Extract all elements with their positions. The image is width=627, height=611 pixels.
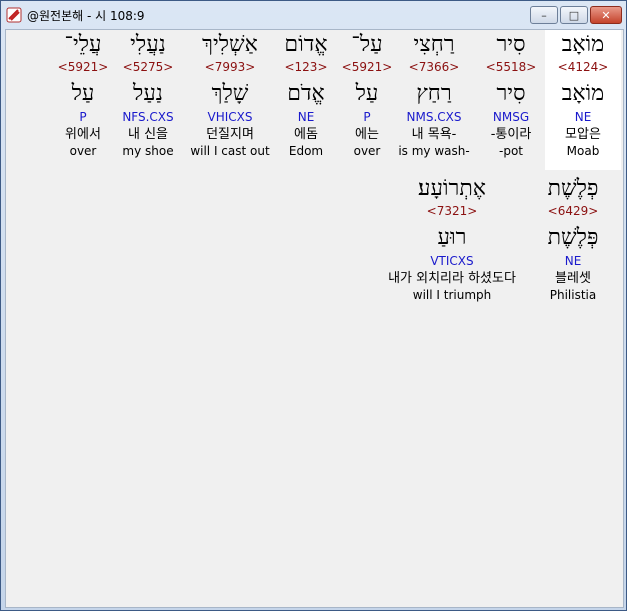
word-cell[interactable]: עַל־ <5921> עַל P 에는 over — [337, 30, 397, 159]
word-cell[interactable]: מוֹאָב <4124> מוֹאָב NE 모압은 Moab — [545, 30, 621, 170]
english-gloss: will I triumph — [412, 288, 492, 302]
english-gloss: over — [69, 144, 97, 158]
word-cell[interactable]: אֶתְרוֹעָע׃ <7321> רוּעַ VTICXS 내가 외치리라 … — [368, 174, 536, 303]
minimize-button[interactable]: – — [530, 6, 558, 24]
strong-number: <7993> — [204, 60, 256, 74]
hebrew-word: מוֹאָב — [561, 32, 605, 57]
english-gloss: Philistia — [549, 288, 597, 302]
strong-number: <5921> — [57, 60, 109, 74]
english-gloss: Moab — [566, 144, 600, 158]
english-gloss: is my wash- — [398, 144, 470, 158]
hebrew-lemma: מוֹאָב — [561, 81, 605, 106]
hebrew-word: אַשְׁלִיךְ — [202, 32, 258, 57]
app-icon — [6, 7, 22, 23]
morph-code: VHICXS — [207, 110, 253, 124]
strong-number: <6429> — [547, 204, 599, 218]
hebrew-lemma: רוּעַ — [437, 225, 467, 250]
hebrew-lemma: נַעַל — [133, 81, 163, 106]
hebrew-lemma: עַל — [71, 81, 95, 106]
morph-code: NE — [564, 254, 582, 268]
hebrew-word: נַעֲלִי — [130, 32, 166, 57]
hebrew-lemma: אֱדֹם — [287, 81, 325, 106]
hebrew-word: סִיר — [496, 32, 526, 57]
hebrew-word: רַחְצִי — [413, 32, 455, 57]
morph-code: NE — [574, 110, 592, 124]
word-cell[interactable]: רַחְצִי <7366> רַחַץ NMS.CXS 내 목욕- is my… — [392, 30, 476, 159]
hebrew-word: אֱדוֹם — [284, 32, 328, 57]
maximize-button[interactable]: □ — [560, 6, 588, 24]
word-cell[interactable]: פְלֶשֶׁת <6429> פְּלֶשֶׁת NE 블레셋 Philist… — [536, 174, 610, 303]
korean-gloss: 에는 — [355, 127, 379, 142]
hebrew-word: פְלֶשֶׁת — [547, 176, 599, 201]
korean-gloss: 에돔 — [294, 127, 318, 142]
hebrew-lemma: סִיר — [496, 81, 526, 106]
korean-gloss: 내 목욕- — [411, 127, 457, 142]
hebrew-word: עַל־ — [351, 32, 383, 57]
english-gloss: -pot — [499, 144, 523, 158]
korean-gloss: 내 신을 — [127, 127, 168, 142]
word-cell[interactable]: אֱדוֹם <123> אֱדֹם NE 에돔 Edom — [274, 30, 338, 159]
word-cell[interactable]: אַשְׁלִיךְ <7993> שָׁלַךְ VHICXS 던질지며 wi… — [186, 30, 274, 159]
word-cell[interactable]: עֲלֵי־ <5921> עַל P 위에서 over — [52, 30, 114, 159]
hebrew-lemma: רַחַץ — [416, 81, 452, 106]
window-title: @원전본해 - 시 108:9 — [27, 9, 145, 23]
word-cell[interactable]: סִיר <5518> סִיר NMSG -통이라 -pot — [476, 30, 546, 159]
hebrew-lemma: פְּלֶשֶׁת — [547, 225, 599, 250]
hebrew-lemma: עַל — [355, 81, 379, 106]
hebrew-word: עֲלֵי־ — [64, 32, 102, 57]
korean-gloss: 내가 외치리라 하셨도다 — [388, 271, 516, 286]
app-window: @원전본해 - 시 108:9 – □ ✕ מוֹאָב <4124> מוֹא… — [0, 0, 627, 611]
strong-number: <4124> — [557, 60, 609, 74]
korean-gloss: -통이라 — [490, 127, 532, 142]
strong-number: <7366> — [408, 60, 460, 74]
morph-code: VTICXS — [430, 254, 474, 268]
strong-number: <7321> — [426, 204, 478, 218]
morph-code: NMS.CXS — [406, 110, 462, 124]
english-gloss: over — [353, 144, 381, 158]
morph-code: P — [79, 110, 87, 124]
strong-number: <5275> — [122, 60, 174, 74]
korean-gloss: 블레셋 — [555, 271, 591, 286]
korean-gloss: 던질지며 — [206, 127, 254, 142]
close-button[interactable]: ✕ — [590, 6, 622, 24]
morph-code: NE — [297, 110, 315, 124]
morph-code: P — [363, 110, 371, 124]
strong-number: <5518> — [485, 60, 537, 74]
english-gloss: my shoe — [122, 144, 174, 158]
strong-number: <123> — [284, 60, 328, 74]
interlinear-view: מוֹאָב <4124> מוֹאָב NE 모압은 Moab סִיר <5… — [5, 29, 624, 608]
morph-code: NMSG — [492, 110, 530, 124]
title-bar[interactable]: @원전본해 - 시 108:9 – □ ✕ — [1, 1, 626, 29]
english-gloss: Edom — [288, 144, 324, 158]
hebrew-word: אֶתְרוֹעָע׃ — [418, 176, 486, 201]
english-gloss: will I cast out — [190, 144, 270, 158]
word-cell[interactable]: נַעֲלִי <5275> נַעַל NFS.CXS 내 신을 my sho… — [114, 30, 182, 159]
korean-gloss: 모압은 — [565, 127, 601, 142]
korean-gloss: 위에서 — [65, 127, 101, 142]
morph-code: NFS.CXS — [122, 110, 174, 124]
hebrew-lemma: שָׁלַךְ — [211, 81, 249, 106]
strong-number: <5921> — [341, 60, 393, 74]
